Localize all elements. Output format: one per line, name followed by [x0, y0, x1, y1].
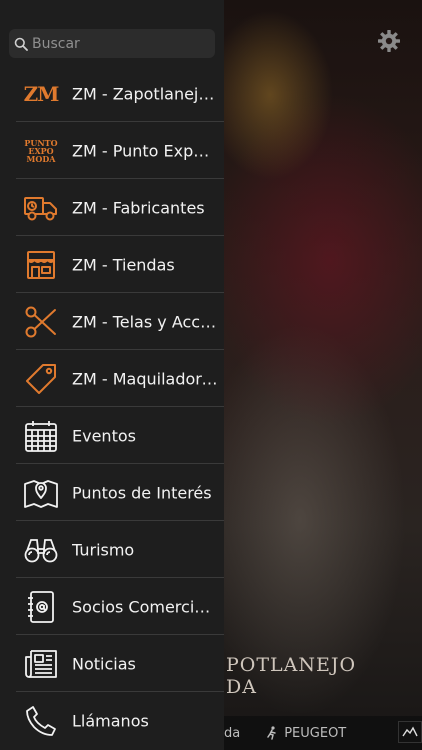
delivery-truck-icon	[22, 189, 60, 227]
menu-item-label: ZM - Zapotlanejo Moda	[72, 84, 218, 103]
menu-list: ZM ZM - Zapotlanejo Moda PUNTO EXPO MODA…	[0, 65, 224, 749]
scissors-icon	[22, 303, 60, 341]
menu-item-eventos[interactable]: Eventos	[0, 407, 224, 464]
phone-icon	[22, 702, 60, 740]
bottom-bar-item-peugeot[interactable]: PEUGEOT	[266, 726, 346, 741]
menu-item-label: ZM - Tiendas	[72, 255, 175, 274]
calendar-icon	[22, 417, 60, 455]
menu-item-telas-accesorios[interactable]: ZM - Telas y Accesorios	[0, 293, 224, 350]
menu-item-label: ZM - Maquiladores	[72, 369, 218, 388]
brand-logo-icon	[402, 726, 418, 737]
menu-item-tiendas[interactable]: ZM - Tiendas	[0, 236, 224, 293]
menu-item-label: Noticias	[72, 654, 136, 673]
menu-item-label: ZM - Telas y Accesorios	[72, 312, 218, 331]
newspaper-icon	[22, 645, 60, 683]
menu-item-turismo[interactable]: Turismo	[0, 521, 224, 578]
menu-item-socios-comerciales[interactable]: Socios Comerciales	[0, 578, 224, 635]
settings-button[interactable]	[376, 28, 402, 54]
menu-item-llamanos[interactable]: Llámanos	[0, 692, 224, 749]
brand-logo-badge	[398, 721, 422, 743]
menu-item-label: Socios Comerciales	[72, 597, 218, 616]
menu-item-punto-expo-moda[interactable]: PUNTO EXPO MODA ZM - Punto Expo Moda	[0, 122, 224, 179]
menu-item-label: Eventos	[72, 426, 136, 445]
navigation-drawer: ZM ZM - Zapotlanejo Moda PUNTO EXPO MODA…	[0, 0, 224, 750]
bottom-bar-item[interactable]: da	[224, 726, 240, 741]
binoculars-icon	[22, 531, 60, 569]
storefront-icon	[22, 246, 60, 284]
gear-icon	[378, 30, 400, 52]
menu-item-maquiladores[interactable]: ZM - Maquiladores	[0, 350, 224, 407]
search-icon	[14, 37, 28, 51]
menu-item-fabricantes[interactable]: ZM - Fabricantes	[0, 179, 224, 236]
background-brand-title: POTLANEJO DA	[226, 654, 357, 698]
search-bar[interactable]	[9, 29, 215, 58]
price-tag-icon	[22, 360, 60, 398]
menu-item-puntos-interes[interactable]: Puntos de Interés	[0, 464, 224, 521]
menu-item-label: Turismo	[72, 540, 135, 559]
bottom-bar-item-label: PEUGEOT	[284, 725, 347, 741]
menu-item-label: ZM - Punto Expo Moda	[72, 141, 218, 160]
menu-item-zapotlanejo-moda[interactable]: ZM ZM - Zapotlanejo Moda	[0, 65, 224, 122]
running-figure-icon	[267, 726, 276, 740]
search-input[interactable]	[32, 35, 212, 52]
punto-expo-moda-logo-icon: PUNTO EXPO MODA	[22, 132, 60, 170]
menu-item-noticias[interactable]: Noticias	[0, 635, 224, 692]
zm-logo-text: ZM	[23, 81, 60, 106]
address-book-icon	[22, 588, 60, 626]
menu-item-label: Puntos de Interés	[72, 483, 212, 502]
bottom-bar-item-label: da	[224, 725, 241, 741]
menu-item-label: Llámanos	[72, 711, 149, 730]
menu-item-label: ZM - Fabricantes	[72, 198, 205, 217]
map-pin-icon	[22, 474, 60, 512]
zm-logo-icon: ZM	[22, 75, 60, 113]
logo-line: MODA	[26, 153, 56, 164]
background-bottom-bar: da PEUGEOT	[224, 716, 422, 750]
